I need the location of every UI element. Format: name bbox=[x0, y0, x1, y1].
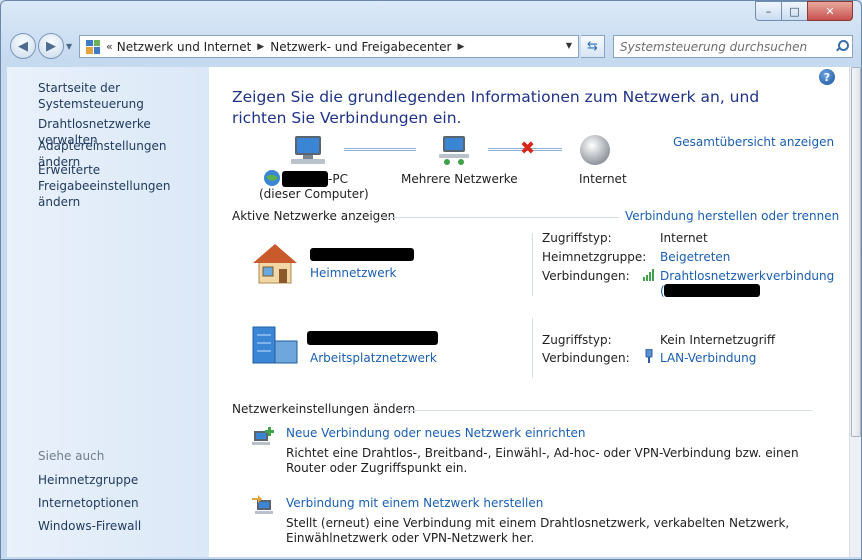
divider bbox=[532, 318, 533, 378]
help-icon[interactable]: ? bbox=[819, 69, 835, 85]
connection-error-icon: ✖ bbox=[520, 138, 536, 159]
scrollbar-thumb[interactable] bbox=[851, 67, 861, 437]
network-type-link-home[interactable]: Heimnetzwerk bbox=[310, 266, 397, 280]
divider bbox=[397, 410, 812, 411]
homegroup-link[interactable]: Beigetreten bbox=[660, 250, 730, 264]
lan-connection-link[interactable]: LAN-Verbindung bbox=[660, 351, 756, 365]
refresh-icon: ⇆ bbox=[587, 39, 598, 54]
connect-network-link[interactable]: Verbindung mit einem Netzwerk herstellen bbox=[286, 496, 543, 510]
title-bar: – □ ✕ bbox=[1, 1, 861, 29]
sidebar-link-home[interactable]: Startseite der Systemsteuerung bbox=[38, 80, 209, 112]
full-map-link[interactable]: Gesamtübersicht anzeigen bbox=[673, 135, 834, 149]
arrow-right-icon: ▶ bbox=[46, 38, 56, 54]
prop-value-access: Internet bbox=[660, 231, 708, 245]
internet-label: Internet bbox=[579, 172, 627, 186]
wifi-signal-icon bbox=[643, 269, 654, 281]
forward-button[interactable]: ▶ bbox=[38, 33, 64, 59]
control-panel-icon bbox=[86, 39, 100, 54]
sidebar-link-sharing[interactable]: Erweiterte Freigabeeinstellungen ändern bbox=[38, 162, 208, 210]
vertical-scrollbar[interactable] bbox=[849, 67, 861, 557]
breadcrumb-separator-icon[interactable]: ▶ bbox=[257, 42, 264, 52]
network-type-link-work[interactable]: Arbeitsplatznetzwerk bbox=[310, 351, 437, 365]
work-network-icon bbox=[252, 326, 298, 364]
sidebar-link-internet-options[interactable]: Internetoptionen bbox=[38, 495, 139, 511]
see-also-heading: Siehe auch bbox=[38, 449, 105, 463]
prop-value-access: Kein Internetzugriff bbox=[660, 333, 776, 347]
prop-key: Zugriffstyp: bbox=[542, 333, 612, 347]
redacted-ssid bbox=[664, 284, 760, 297]
multiple-networks-label: Mehrere Netzwerke bbox=[401, 172, 518, 186]
computer-icon bbox=[291, 136, 325, 164]
breadcrumb-separator-icon[interactable]: ▶ bbox=[457, 42, 464, 52]
task-pane: Startseite der Systemsteuerung Drahtlosn… bbox=[7, 67, 209, 557]
search-icon[interactable] bbox=[835, 40, 849, 52]
connect-network-icon bbox=[252, 495, 273, 514]
connect-network-desc: Stellt (erneut) eine Verbindung mit eine… bbox=[286, 516, 790, 545]
control-panel-window: – □ ✕ ◀ ▶ ▼ « Netzwerk und Internet ▶ Ne… bbox=[0, 0, 862, 560]
address-dropdown-icon[interactable]: ▼ bbox=[566, 41, 572, 50]
new-connection-link[interactable]: Neue Verbindung oder neues Netzwerk einr… bbox=[286, 426, 585, 440]
refresh-button[interactable]: ⇆ bbox=[581, 35, 605, 58]
divider bbox=[532, 233, 533, 296]
divider bbox=[379, 217, 619, 218]
redacted-network-name bbox=[307, 331, 438, 345]
recent-pages-dropdown[interactable]: ▼ bbox=[66, 42, 72, 51]
breadcrumb-overflow[interactable]: « bbox=[106, 40, 113, 53]
multiple-networks-icon bbox=[439, 136, 469, 165]
address-bar[interactable]: « Netzwerk und Internet ▶ Netzwerk- und … bbox=[79, 35, 579, 58]
sidebar-link-firewall[interactable]: Windows-Firewall bbox=[38, 518, 141, 534]
prop-key: Verbindungen: bbox=[542, 351, 630, 365]
breadcrumb-network-internet[interactable]: Netzwerk und Internet bbox=[117, 40, 252, 54]
active-networks-title: Aktive Netzwerke anzeigen bbox=[232, 209, 396, 223]
redacted-computer-name bbox=[282, 171, 328, 187]
network-globe-icon bbox=[264, 170, 280, 186]
navigation-toolbar: ◀ ▶ ▼ « Netzwerk und Internet ▶ Netzwerk… bbox=[1, 31, 861, 65]
minimize-button[interactable]: – bbox=[755, 1, 782, 21]
arrow-left-icon: ◀ bbox=[18, 38, 28, 54]
connect-disconnect-link[interactable]: Verbindung herstellen oder trennen bbox=[625, 209, 839, 223]
home-network-icon bbox=[253, 244, 297, 284]
computer-sub-label: (dieser Computer) bbox=[259, 187, 369, 201]
ethernet-icon bbox=[645, 349, 653, 363]
new-connection-icon bbox=[252, 427, 274, 445]
breadcrumb-network-center[interactable]: Netzwerk- und Freigabecenter bbox=[270, 40, 451, 54]
wireless-connection-link[interactable]: Drahtlosnetzwerkverbindung bbox=[660, 269, 834, 283]
prop-key: Verbindungen: bbox=[542, 269, 630, 283]
redacted-network-name bbox=[310, 248, 414, 261]
globe-icon bbox=[580, 135, 610, 165]
prop-key: Zugriffstyp: bbox=[542, 231, 612, 245]
back-button[interactable]: ◀ bbox=[10, 33, 36, 59]
page-title: Zeigen Sie die grundlegenden Information… bbox=[232, 88, 760, 127]
map-line bbox=[344, 148, 416, 151]
search-input[interactable]: Systemsteuerung durchsuchen bbox=[613, 35, 853, 58]
change-settings-title: Netzwerkeinstellungen ändern bbox=[232, 402, 416, 416]
prop-key: Heimnetzgruppe: bbox=[542, 250, 647, 264]
search-placeholder: Systemsteuerung durchsuchen bbox=[620, 39, 808, 54]
new-connection-desc: Richtet eine Drahtlos-, Breitband-, Einw… bbox=[286, 446, 799, 475]
computer-name-suffix: -PC bbox=[328, 172, 348, 186]
close-button[interactable]: ✕ bbox=[807, 1, 853, 21]
maximize-button[interactable]: □ bbox=[781, 1, 808, 21]
sidebar-link-homegroup[interactable]: Heimnetzgruppe bbox=[38, 472, 138, 488]
